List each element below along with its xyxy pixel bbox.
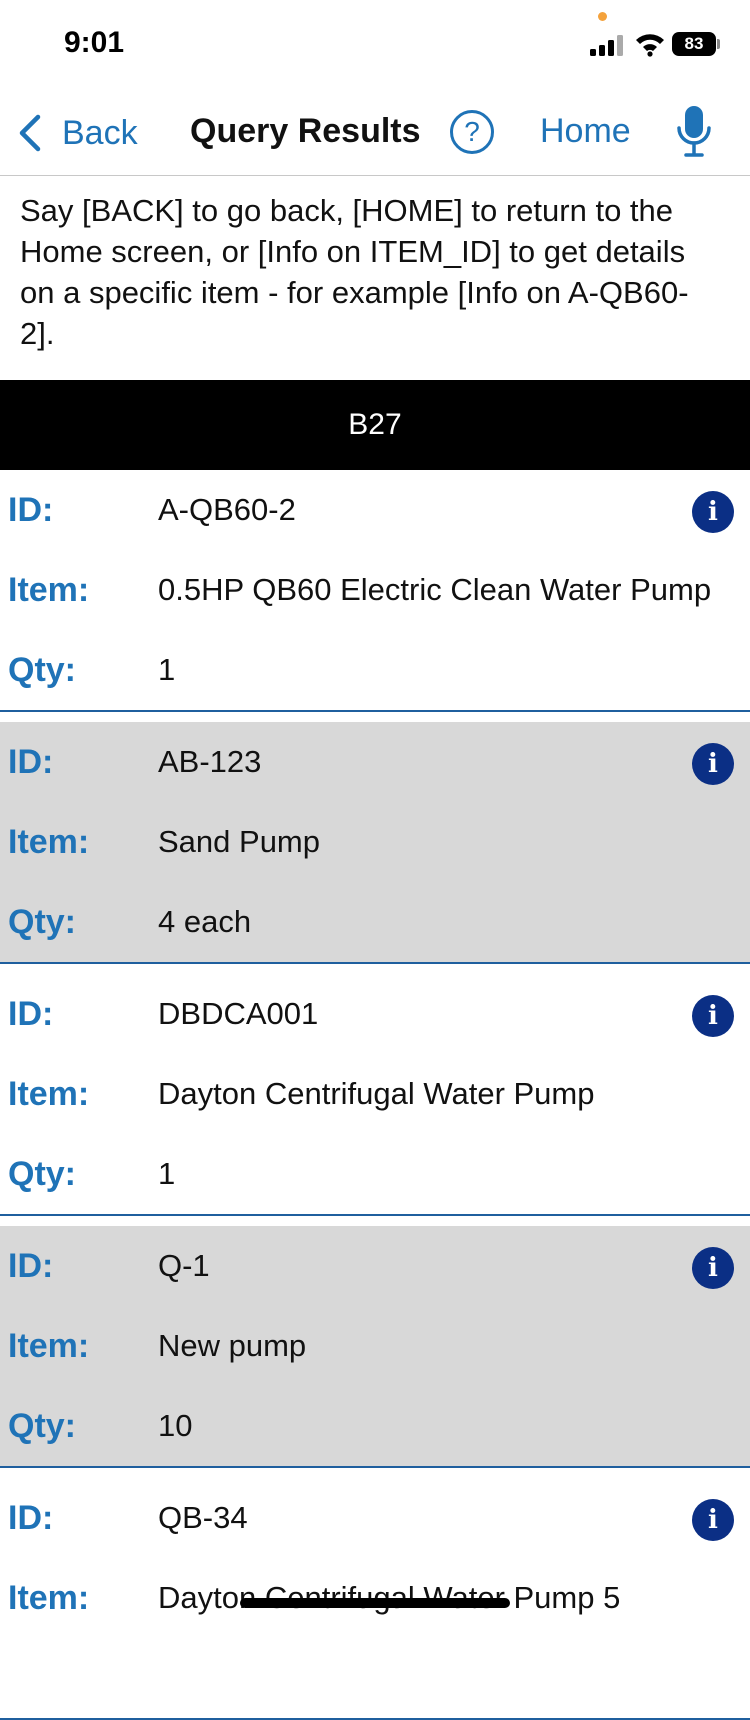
qty-value: 4 each <box>158 904 252 939</box>
home-button[interactable]: Home <box>540 112 631 151</box>
id-value: A-QB60-2 <box>158 492 296 527</box>
record-id-row: ID: QB-34 <box>0 1498 750 1538</box>
id-label: ID: <box>8 490 54 529</box>
id-label: ID: <box>8 994 54 1033</box>
battery-tip <box>717 39 720 49</box>
item-value: Dayton Centrifugal Water Pump <box>158 1076 595 1111</box>
qty-label: Qty: <box>8 902 76 941</box>
info-icon[interactable]: i <box>692 1247 734 1289</box>
result-record: ID: AB-123 Item: Sand Pump Qty: 4 each i <box>0 722 750 964</box>
back-label: Back <box>62 113 138 152</box>
qty-value: 1 <box>158 1156 176 1191</box>
id-value: AB-123 <box>158 744 262 779</box>
item-label: Item: <box>8 1326 90 1365</box>
record-qty-row: Qty: 10 <box>0 1406 750 1446</box>
record-qty-row: Qty: 1 <box>0 650 750 690</box>
status-bar: 9:01 83 <box>0 0 750 90</box>
item-value: Sand Pump <box>158 824 320 859</box>
record-id-row: ID: Q-1 <box>0 1246 750 1286</box>
qty-label: Qty: <box>8 1406 76 1445</box>
wifi-icon <box>636 34 664 57</box>
id-value: Q-1 <box>158 1248 210 1283</box>
help-button[interactable]: ? <box>450 110 494 154</box>
id-value: DBDCA001 <box>158 996 319 1031</box>
id-value: QB-34 <box>158 1500 248 1535</box>
record-item-row: Item: Sand Pump <box>0 822 750 862</box>
battery-level: 83 <box>684 34 704 53</box>
item-value: New pump <box>158 1328 307 1363</box>
microphone-icon[interactable] <box>676 104 712 160</box>
battery-icon: 83 <box>672 32 716 56</box>
info-icon[interactable]: i <box>692 491 734 533</box>
id-label: ID: <box>8 742 54 781</box>
qty-value: 10 <box>158 1408 193 1443</box>
info-icon[interactable]: i <box>692 995 734 1037</box>
id-label: ID: <box>8 1246 54 1285</box>
back-button[interactable]: Back <box>16 108 138 158</box>
home-indicator[interactable] <box>240 1598 510 1608</box>
result-record: ID: Q-1 Item: New pump Qty: 10 i <box>0 1226 750 1468</box>
voice-instructions: Say [BACK] to go back, [HOME] to return … <box>20 193 689 351</box>
result-record: ID: DBDCA001 Item: Dayton Centrifugal Wa… <box>0 974 750 1216</box>
group-header: B27 <box>0 380 750 470</box>
id-label: ID: <box>8 1498 54 1537</box>
help-icon: ? <box>464 116 480 147</box>
record-id-row: ID: A-QB60-2 <box>0 490 750 530</box>
info-icon[interactable]: i <box>692 1499 734 1541</box>
qty-value: 1 <box>158 652 176 687</box>
results-list: ID: A-QB60-2 Item: 0.5HP QB60 Electric C… <box>0 470 750 1720</box>
record-item-row: Item: New pump <box>0 1326 750 1366</box>
item-label: Item: <box>8 570 90 609</box>
result-record: ID: A-QB60-2 Item: 0.5HP QB60 Electric C… <box>0 470 750 712</box>
chevron-left-icon <box>19 114 41 152</box>
item-value: 0.5HP QB60 Electric Clean Water Pump <box>158 572 712 607</box>
record-qty-row: Qty: 4 each <box>0 902 750 942</box>
record-item-row: Item: Dayton Centrifugal Water Pump <box>0 1074 750 1114</box>
qty-label: Qty: <box>8 1154 76 1193</box>
navigation-bar: Back Query Results ? Home <box>0 90 750 176</box>
record-item-row: Item: 0.5HP QB60 Electric Clean Water Pu… <box>0 570 750 610</box>
info-icon[interactable]: i <box>692 743 734 785</box>
record-id-row: ID: AB-123 <box>0 742 750 782</box>
signal-icon <box>590 35 623 56</box>
item-label: Item: <box>8 1578 90 1617</box>
record-qty-row: Qty: 1 <box>0 1154 750 1194</box>
item-label: Item: <box>8 822 90 861</box>
privacy-indicator-dot <box>598 12 607 21</box>
status-time: 9:01 <box>64 26 125 59</box>
record-id-row: ID: DBDCA001 <box>0 994 750 1034</box>
item-label: Item: <box>8 1074 90 1113</box>
qty-label: Qty: <box>8 650 76 689</box>
page-title: Query Results <box>190 112 421 150</box>
